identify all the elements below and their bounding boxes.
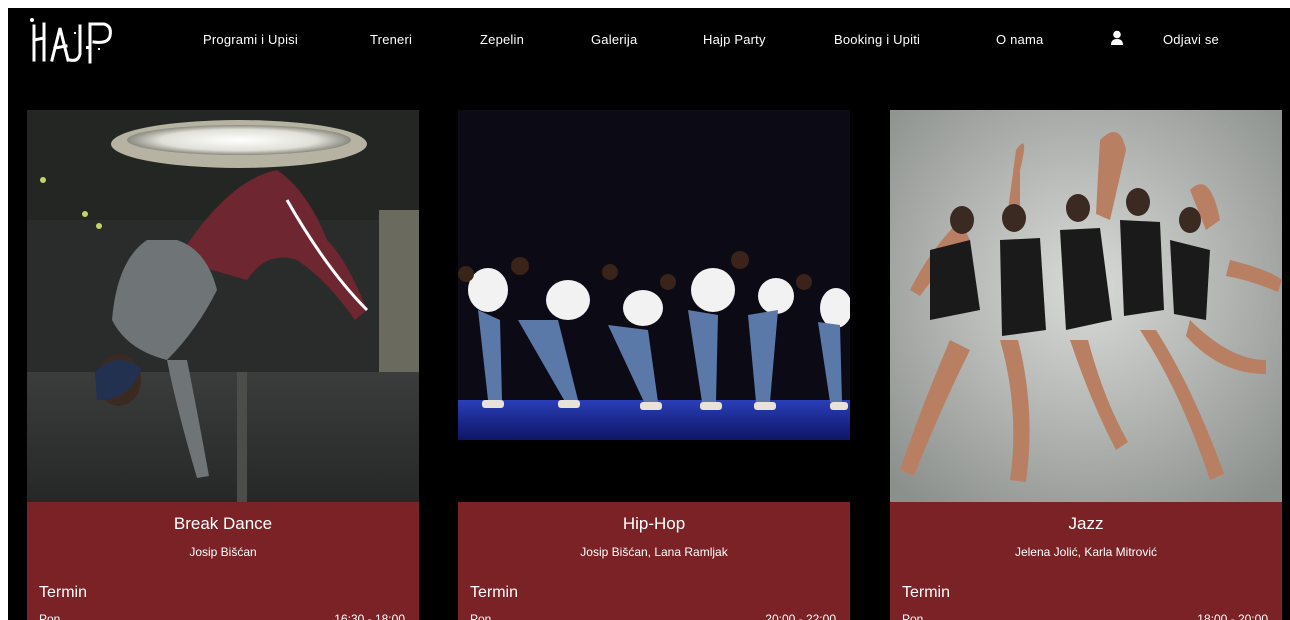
- top-navigation: Programi i Upisi Treneri Zepelin Galerij…: [8, 8, 1290, 78]
- hip-hop-photo: [458, 110, 850, 502]
- schedule-heading: Termin: [39, 584, 88, 601]
- nav-booking-i-upiti[interactable]: Booking i Upiti: [834, 32, 920, 47]
- program-trainers: Jelena Jolić, Karla Mitrović: [1014, 545, 1158, 559]
- schedule-day: Pon: [39, 612, 61, 620]
- program-card-info: Hip-Hop Josip Bišćan, Lana Ramljak Termi…: [458, 502, 850, 620]
- program-trainers: Josip Bišćan, Lana Ramljak: [580, 545, 728, 559]
- nav-galerija[interactable]: Galerija: [591, 32, 637, 47]
- logout-link[interactable]: Odjavi se: [1163, 32, 1219, 47]
- program-title: Break Dance: [173, 514, 273, 533]
- schedule-heading: Termin: [470, 584, 519, 601]
- schedule-day: Pon: [470, 612, 492, 620]
- nav-zepelin[interactable]: Zepelin: [480, 32, 524, 47]
- nav-hajp-party[interactable]: Hajp Party: [703, 32, 766, 47]
- schedule-day: Pon: [902, 612, 924, 620]
- program-card-hip-hop[interactable]: Hip-Hop Josip Bišćan, Lana Ramljak Termi…: [458, 110, 850, 620]
- program-title: Hip-Hop: [622, 514, 686, 533]
- jazz-photo: [890, 110, 1282, 502]
- program-trainers: Josip Bišćan: [189, 545, 257, 559]
- break-dance-photo: [27, 110, 419, 502]
- page: Programi i Upisi Treneri Zepelin Galerij…: [8, 8, 1290, 620]
- schedule-time: 20:00 - 22:00: [765, 612, 836, 620]
- nav-treneri[interactable]: Treneri: [370, 32, 412, 47]
- nav-programi-i-upisi[interactable]: Programi i Upisi: [203, 32, 298, 47]
- user-icon[interactable]: [1110, 30, 1124, 46]
- nav-o-nama[interactable]: O nama: [996, 32, 1043, 47]
- schedule-heading: Termin: [902, 584, 951, 601]
- program-card-info: Jazz Jelena Jolić, Karla Mitrović Termin…: [890, 502, 1282, 620]
- schedule-time: 18:00 - 20:00: [1197, 612, 1268, 620]
- program-card-info: Break Dance Josip Bišćan Termin Pon 16:3…: [27, 502, 419, 620]
- program-card-jazz[interactable]: Jazz Jelena Jolić, Karla Mitrović Termin…: [890, 110, 1282, 620]
- program-title: Jazz: [1068, 514, 1104, 533]
- schedule-time: 16:30 - 18:00: [334, 612, 405, 620]
- hajp-logo[interactable]: [28, 16, 120, 66]
- program-card-break-dance[interactable]: Break Dance Josip Bišćan Termin Pon 16:3…: [27, 110, 419, 620]
